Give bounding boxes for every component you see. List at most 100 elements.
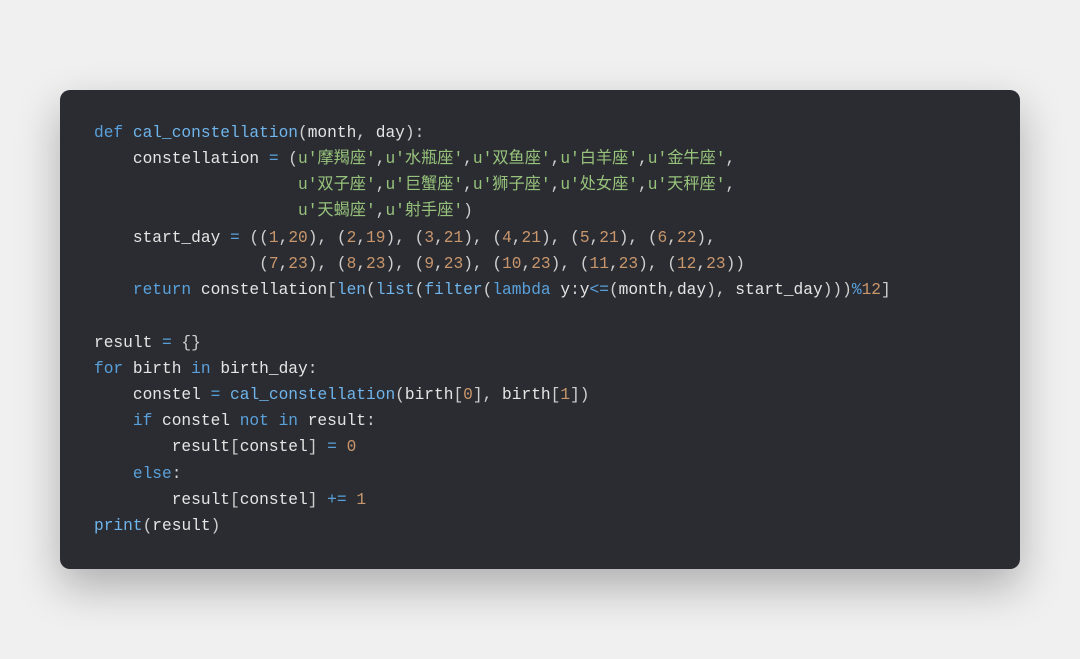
code-token: 12	[862, 281, 881, 299]
code-token: ]	[308, 491, 327, 509]
code-token: u'金牛座'	[648, 150, 726, 168]
code-token: ), (	[308, 255, 347, 273]
code-token: 1	[560, 386, 570, 404]
code-line: for birth in birth_day:	[94, 360, 317, 378]
code-token: ), (	[463, 255, 502, 273]
code-token: result	[94, 491, 230, 509]
code-token: list	[376, 281, 415, 299]
code-token: u'水瓶座'	[385, 150, 463, 168]
code-token: 23	[619, 255, 638, 273]
code-token: u'天秤座'	[648, 176, 726, 194]
code-token: not in	[240, 412, 308, 430]
code-token: 0	[463, 386, 473, 404]
code-token: ,	[279, 255, 289, 273]
code-token	[94, 176, 298, 194]
code-token: result	[308, 412, 366, 430]
code-line: return constellation[len(list(filter(lam…	[94, 281, 891, 299]
code-token: ,	[725, 150, 735, 168]
code-token: 10	[502, 255, 521, 273]
code-token: y	[580, 281, 590, 299]
code-token: =	[327, 438, 337, 456]
code-line: u'双子座',u'巨蟹座',u'狮子座',u'处女座',u'天秤座',	[94, 176, 735, 194]
code-token: result	[94, 334, 162, 352]
code-token: 5	[580, 229, 590, 247]
code-token: ((	[240, 229, 269, 247]
code-token: def	[94, 124, 133, 142]
code-token: (	[94, 255, 269, 273]
code-token: :	[308, 360, 318, 378]
code-token: return	[94, 281, 201, 299]
code-token: ,	[638, 176, 648, 194]
code-token: )	[463, 202, 473, 220]
code-token: 23	[288, 255, 307, 273]
code-token: [	[327, 281, 337, 299]
code-token: print	[94, 517, 143, 535]
code-token: 21	[444, 229, 463, 247]
code-token: 6	[658, 229, 668, 247]
code-token: month	[308, 124, 357, 142]
code-token: for	[94, 360, 133, 378]
code-token: ])	[570, 386, 589, 404]
code-token: =	[230, 229, 240, 247]
code-token	[94, 202, 298, 220]
code-token: 23	[444, 255, 463, 273]
code-token: 1	[269, 229, 279, 247]
code-token: if	[94, 412, 162, 430]
code-token: =	[211, 386, 221, 404]
code-token: day	[677, 281, 706, 299]
code-line: print(result)	[94, 517, 220, 535]
code-token: ,	[512, 229, 522, 247]
code-token: constellation	[94, 150, 269, 168]
code-token: ), (	[385, 255, 424, 273]
code-token: ,	[463, 150, 473, 168]
code-token: (	[366, 281, 376, 299]
code-token: ), (	[463, 229, 502, 247]
code-token: result	[94, 438, 230, 456]
code-token: day	[376, 124, 405, 142]
code-token: u'白羊座'	[560, 150, 638, 168]
code-token: ,	[638, 150, 648, 168]
code-token: ,	[551, 176, 561, 194]
code-token: 4	[502, 229, 512, 247]
code-token: constel	[240, 491, 308, 509]
code-token: (	[609, 281, 619, 299]
code-token: birth	[405, 386, 454, 404]
code-token: =	[269, 150, 279, 168]
code-token: :	[366, 412, 376, 430]
code-token: in	[191, 360, 220, 378]
code-token: %	[852, 281, 862, 299]
code-token: [	[230, 491, 240, 509]
code-token: :	[172, 465, 182, 483]
code-line: (7,23), (8,23), (9,23), (10,23), (11,23)…	[94, 255, 745, 273]
code-token: y	[560, 281, 570, 299]
code-line: result = {}	[94, 334, 201, 352]
code-token: ]	[308, 438, 327, 456]
code-token: 23	[531, 255, 550, 273]
code-token: 9	[424, 255, 434, 273]
code-token: ,	[356, 124, 375, 142]
code-token: ,	[434, 229, 444, 247]
code-token: +=	[327, 491, 346, 509]
code-token: <=	[590, 281, 609, 299]
code-token: 11	[590, 255, 609, 273]
code-token: ,	[725, 176, 735, 194]
code-token: ]	[881, 281, 891, 299]
code-card: def cal_constellation(month, day): const…	[60, 90, 1020, 570]
code-token: ,	[376, 150, 386, 168]
code-line: result[constel] += 1	[94, 491, 366, 509]
code-token: (	[483, 281, 493, 299]
code-token: ), (	[385, 229, 424, 247]
code-token: len	[337, 281, 366, 299]
code-token: (	[279, 150, 298, 168]
code-token: ,	[434, 255, 444, 273]
code-line: def cal_constellation(month, day):	[94, 124, 424, 142]
code-token: (	[415, 281, 425, 299]
code-token: constel	[240, 438, 308, 456]
code-token	[337, 438, 347, 456]
code-token: 1	[356, 491, 366, 509]
code-token: u'天蝎座'	[298, 202, 376, 220]
code-token: filter	[424, 281, 482, 299]
code-token: [	[551, 386, 561, 404]
code-token: )))	[823, 281, 852, 299]
code-token: start_day	[94, 229, 230, 247]
